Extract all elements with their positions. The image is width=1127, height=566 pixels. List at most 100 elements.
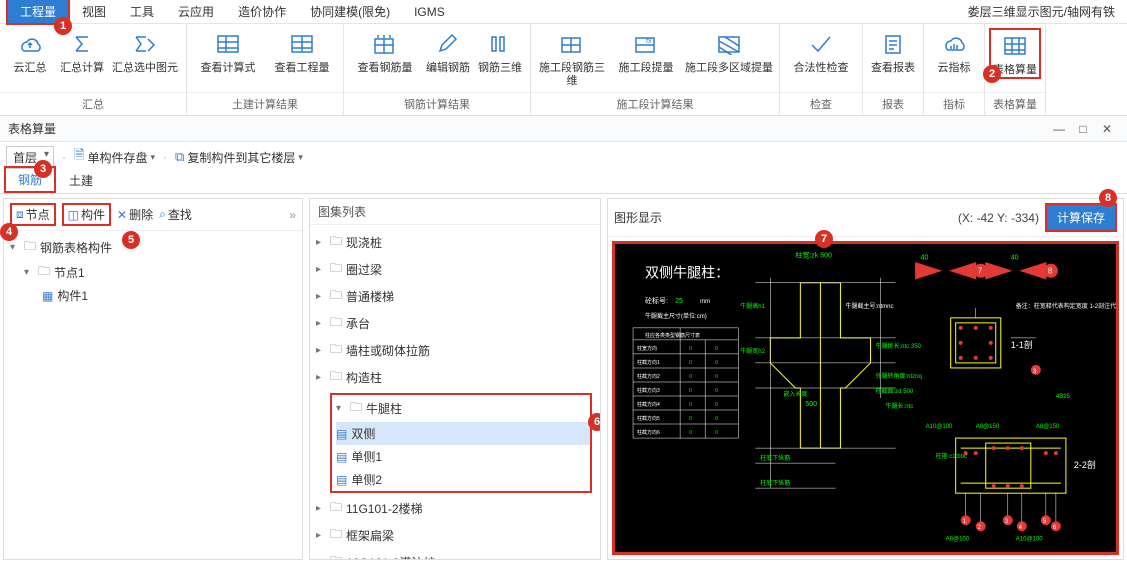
btn-chakan-gangjinliang[interactable]: 查看钢筋量: [348, 28, 422, 75]
tree-root-label: 钢筋表格构件: [40, 239, 112, 256]
svg-text:备注：柱宽释代表构定宽度 1-2剖注代表构定剖面: 备注：柱宽释代表构定宽度 1-2剖注代表构定剖面: [1016, 302, 1116, 310]
member-icon: ▦: [42, 289, 53, 303]
copy-to-label: 复制构件到其它楼层: [187, 149, 295, 166]
btn-label: 钢筋三维: [478, 62, 522, 75]
find-button[interactable]: ⌕查找: [159, 206, 192, 223]
calc-save-button[interactable]: 计算保存 8: [1045, 203, 1117, 232]
folder-icon: 🗀: [330, 313, 342, 334]
list-item[interactable]: ▸🗀墙柱或砌体拉筋: [316, 337, 594, 364]
menu-gongju[interactable]: 工具: [118, 0, 166, 23]
list-item[interactable]: ▸🗀承台: [316, 310, 594, 337]
svg-text:0: 0: [715, 402, 718, 408]
drawing-heading: 双侧牛腿柱：: [645, 265, 729, 281]
btn-label: 施工段钢筋三维: [535, 62, 609, 88]
svg-text:A8@100: A8@100: [946, 536, 970, 542]
group-cap: 表格算量: [985, 92, 1045, 115]
btn-yunzhibiao[interactable]: 云指标: [928, 28, 980, 75]
btn-sgd-tiliang[interactable]: fx 施工段提量: [609, 28, 683, 75]
report-icon: [879, 30, 907, 58]
btn-sgd-duoquyu[interactable]: 施工段多区域提量: [683, 28, 775, 75]
menu-shitu[interactable]: 视图: [70, 0, 118, 23]
btn-chakan-jisuanshi[interactable]: 查看计算式: [191, 28, 265, 75]
item-label: 墙柱或砌体拉筋: [346, 342, 430, 359]
list-item[interactable]: ▸🗀框架扁梁: [316, 522, 594, 549]
svg-text:0: 0: [715, 346, 718, 352]
btn-label: 查看计算式: [201, 62, 256, 75]
list-item[interactable]: ▸🗀圈过梁: [316, 256, 594, 283]
svg-text:牛腿长:ntc: 牛腿长:ntc: [886, 402, 914, 410]
ribbon: 云汇总 汇总计算 汇总选中图元 汇总 查看计算式 查看工程量 土建计算结果: [0, 24, 1127, 116]
btn-yunhuizong[interactable]: 云汇总: [4, 28, 56, 75]
tree-root[interactable]: ▾🗀钢筋表格构件 5: [10, 235, 296, 260]
node-button[interactable]: ⧈节点: [10, 203, 56, 226]
svg-text:0: 0: [689, 416, 692, 422]
drawing-canvas-frame: 7 双侧牛腿柱： 40 40 7 8: [612, 241, 1119, 555]
tree-node1[interactable]: ▾🗀节点1: [10, 260, 296, 285]
copy-to-button[interactable]: ⧉复制构件到其它楼层▾: [175, 149, 303, 166]
svg-text:柱截方向3: 柱截方向3: [637, 387, 660, 394]
btn-chakan-gongchengliang[interactable]: 查看工程量: [265, 28, 339, 75]
list-item-dance2[interactable]: ▤单侧2: [336, 468, 590, 491]
svg-text:0: 0: [689, 360, 692, 366]
svg-text:牛腿宽h2: 牛腿宽h2: [740, 347, 765, 355]
save-per-button[interactable]: 🗎单构件存盘▾: [74, 146, 155, 168]
badge-3: 3: [34, 160, 52, 178]
menu-igms[interactable]: IGMS: [402, 2, 457, 22]
list-item-parent[interactable]: ▾🗀牛腿柱: [336, 395, 590, 422]
btn-sgd-gangjin3d[interactable]: 施工段钢筋三维: [535, 28, 609, 88]
item-label: 16G101-3灌注桩: [346, 554, 435, 559]
drawing-canvas[interactable]: 双侧牛腿柱： 40 40 7 8: [615, 244, 1116, 552]
copy-icon: ⧉: [175, 149, 184, 165]
window2-title: 表格算量: [8, 120, 56, 137]
minimize-button[interactable]: —: [1047, 122, 1071, 136]
tab-tujian[interactable]: 土建: [56, 168, 106, 193]
badge-6: 6: [588, 413, 600, 431]
btn-label: 查看工程量: [275, 62, 330, 75]
list-item-dance1[interactable]: ▤单侧1: [336, 445, 590, 468]
list-item[interactable]: ▸🗀构造柱: [316, 364, 594, 391]
svg-text:嵌入长度: 嵌入长度: [783, 390, 807, 398]
folder-icon: 🗀: [330, 525, 342, 546]
btn-huizongxuanzhong[interactable]: 汇总选中图元: [108, 28, 182, 75]
svg-text:柱底下纵筋: 柱底下纵筋: [760, 454, 790, 462]
list-item[interactable]: ▸🗀普通楼梯: [316, 283, 594, 310]
svg-text:柱截面:zd 500: 柱截面:zd 500: [876, 387, 914, 395]
svg-text:砼标号:: 砼标号:: [645, 296, 668, 305]
tree-member1[interactable]: ▦构件1: [10, 285, 296, 306]
group-niutui: ▾🗀牛腿柱 ▤双侧 ▤单侧1 ▤单侧2 6: [330, 393, 592, 493]
btn-biaoge-suanliang[interactable]: 表格算量 2: [989, 28, 1041, 79]
menu-zaojiaxiezuo[interactable]: 造价协作: [226, 0, 298, 23]
btn-gangjin-sanwei[interactable]: 钢筋三维: [474, 28, 526, 75]
delete-button[interactable]: ✕删除: [117, 206, 153, 223]
list-item[interactable]: ▸🗀现浇桩: [316, 229, 594, 256]
menu-gongchengliang[interactable]: 工程量 1: [6, 0, 70, 25]
btn-label: 汇总选中图元: [112, 62, 178, 75]
close-button[interactable]: ✕: [1095, 122, 1119, 136]
list-item[interactable]: ▸🗀11G101-2楼梯: [316, 495, 594, 522]
btn-huizongjisuan[interactable]: 汇总计算: [56, 28, 108, 75]
cloud-bar-icon: [940, 30, 968, 58]
menu-xietong[interactable]: 协同建模(限免): [298, 0, 402, 23]
collapse-icon: ▾: [24, 267, 34, 278]
list-item-shuangce[interactable]: ▤双侧: [336, 422, 590, 445]
svg-text:1-1剖: 1-1剖: [1011, 339, 1033, 350]
member-button[interactable]: ◫构件: [62, 203, 111, 226]
svg-text:外腿转角度:ntznq: 外腿转角度:ntznq: [876, 372, 922, 380]
folder-icon: 🗀: [330, 232, 342, 253]
svg-text:A8@150: A8@150: [976, 424, 1000, 430]
maximize-button[interactable]: □: [1071, 122, 1095, 136]
menu-yunyingyong[interactable]: 云应用: [166, 0, 226, 23]
btn-bianji-gangjin[interactable]: 编辑钢筋: [422, 28, 474, 75]
sep: ·: [163, 150, 167, 164]
svg-text:40: 40: [1011, 255, 1019, 262]
bars-icon: [486, 30, 514, 58]
btn-label: 查看报表: [871, 62, 915, 75]
group-cap: 施工段计算结果: [531, 92, 779, 115]
list-item[interactable]: ▸🗀16G101-3灌注桩: [316, 549, 594, 559]
svg-text:柱应各类类型钢筋尺寸表: 柱应各类类型钢筋尺寸表: [645, 332, 700, 339]
grid-f-icon: [214, 30, 242, 58]
btn-hefaxing[interactable]: 合法性检查: [784, 28, 858, 75]
overflow-button[interactable]: »: [289, 208, 296, 222]
btn-baobiao[interactable]: 查看报表: [867, 28, 919, 75]
check-icon: [807, 30, 835, 58]
